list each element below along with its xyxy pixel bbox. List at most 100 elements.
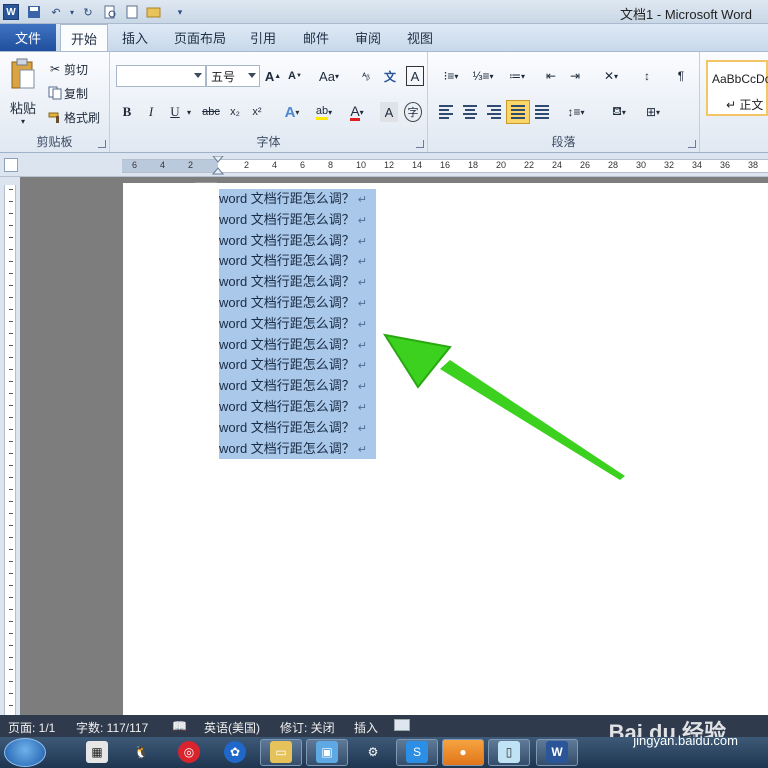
shading-icon[interactable]: ⛾ ▾ <box>604 102 634 122</box>
align-right-icon[interactable] <box>484 102 504 122</box>
indent-marker-icon[interactable] <box>212 156 224 176</box>
phonetic-guide-icon[interactable]: 文 <box>380 66 400 86</box>
undo-dropdown-icon[interactable]: ▾ <box>64 4 80 20</box>
paragraph-launcher-icon[interactable] <box>688 140 696 148</box>
tab-file[interactable]: 文件 <box>0 24 56 51</box>
numbering-icon[interactable]: ⅓≡ ▾ <box>470 66 496 86</box>
chinese-layout-icon[interactable]: ✕ ▾ <box>598 66 624 86</box>
redo-icon[interactable]: ↻ <box>80 4 96 20</box>
underline-icon[interactable]: U <box>166 102 184 122</box>
cut-button[interactable]: ✂ 剪切 <box>46 60 88 78</box>
character-border-icon[interactable]: A <box>406 66 424 86</box>
increase-indent-icon[interactable]: ⇥ <box>566 66 584 86</box>
qq-icon[interactable]: 🐧 <box>130 741 152 763</box>
superscript-icon[interactable]: x² <box>248 102 266 122</box>
vertical-ruler-strip[interactable] <box>4 185 16 715</box>
underline-dropdown-icon[interactable]: ▾ <box>184 102 194 122</box>
document-line[interactable]: word 文档行距怎么调？ ↵ <box>219 209 376 231</box>
justify-icon[interactable] <box>506 100 530 124</box>
new-icon[interactable] <box>124 4 140 20</box>
highlight-icon[interactable]: ab ▾ <box>310 102 338 122</box>
tab-review[interactable]: 审阅 <box>344 24 392 51</box>
multilevel-list-icon[interactable]: ≔ ▾ <box>504 66 530 86</box>
ruler-strip[interactable]: 6 4 2 2 4 6 8 10 12 14 16 18 20 22 24 26 28 30 32 34 36 38 <box>122 156 768 176</box>
document-line[interactable]: word 文档行距怎么调？ ↵ <box>219 334 376 356</box>
taskbar-sogou[interactable]: S <box>396 739 438 766</box>
undo-icon[interactable]: ↶ <box>48 4 64 20</box>
subscript-icon[interactable]: x₂ <box>226 102 244 122</box>
document-line[interactable]: word 文档行距怎么调？ ↵ <box>219 230 376 252</box>
clipboard-launcher-icon[interactable] <box>98 140 106 148</box>
taskbar-image-viewer[interactable]: ▣ <box>306 739 348 766</box>
bullets-icon[interactable]: ⁝≡ ▾ <box>438 66 464 86</box>
save-icon[interactable] <box>26 4 42 20</box>
proofing-icon[interactable]: 📖 <box>172 719 190 733</box>
music-player-icon[interactable]: ◎ <box>178 741 200 763</box>
grow-font-icon[interactable]: A ▲ <box>264 66 282 86</box>
app-icon[interactable]: ⚙ <box>362 741 384 763</box>
shrink-font-icon[interactable]: A ▼ <box>286 66 304 86</box>
tab-references[interactable]: 引用 <box>240 24 286 51</box>
document-line[interactable]: word 文档行距怎么调？ ↵ <box>219 292 376 314</box>
ruler-tab-selector[interactable] <box>4 158 18 172</box>
sort-icon[interactable]: ↕ <box>638 66 656 86</box>
taskbar-notepad[interactable]: ▯ <box>488 739 530 766</box>
clear-format-icon[interactable]: ᴬᵦ <box>356 66 376 86</box>
document-line[interactable]: word 文档行距怎么调？ ↵ <box>219 376 376 397</box>
font-name-combo[interactable] <box>116 65 206 87</box>
paste-dropdown-icon[interactable]: ▾ <box>21 117 25 126</box>
document-line[interactable]: word 文档行距怎么调？ ↵ <box>219 313 376 335</box>
customize-icon[interactable]: ▾ <box>172 4 188 20</box>
document-line[interactable]: word 文档行距怎么调？ ↵ <box>219 251 376 273</box>
track-changes-status[interactable]: 修订: 关闭 <box>280 719 335 736</box>
enclose-characters-icon[interactable]: 字 <box>404 102 422 122</box>
page-count[interactable]: 页面: 1/1 <box>8 719 55 736</box>
align-left-icon[interactable] <box>436 102 456 122</box>
align-center-icon[interactable] <box>460 102 480 122</box>
tab-mailings[interactable]: 邮件 <box>292 24 340 51</box>
print-preview-icon[interactable] <box>102 4 118 20</box>
start-button[interactable] <box>4 738 46 767</box>
macro-icon[interactable] <box>394 719 410 731</box>
open-icon[interactable] <box>146 4 162 20</box>
distributed-icon[interactable] <box>532 102 552 122</box>
borders-icon[interactable]: ⊞ ▾ <box>638 102 668 122</box>
bold-icon[interactable]: B <box>118 102 136 122</box>
word-logo-icon[interactable]: W <box>3 4 19 20</box>
selected-text-block[interactable]: word 文档行距怎么调？ ↵ word 文档行距怎么调？ ↵ word 文档行距怎么调… <box>219 189 376 460</box>
language-indicator[interactable]: 英语(美国) <box>204 719 260 736</box>
decrease-indent-icon[interactable]: ⇤ <box>542 66 560 86</box>
font-name-dropdown-icon[interactable] <box>194 73 202 78</box>
document-line[interactable]: word 文档行距怎么调？ ↵ <box>219 272 376 293</box>
media-icon[interactable]: ✿ <box>224 741 246 763</box>
line-spacing-icon[interactable]: ↕≡ ▾ <box>562 102 590 122</box>
format-painter-button[interactable]: 格式刷 <box>46 108 100 126</box>
character-shading-icon[interactable]: A <box>380 102 398 122</box>
tab-home[interactable]: 开始 <box>60 24 108 52</box>
paste-button[interactable]: 粘贴 ▾ <box>6 58 40 138</box>
font-size-dropdown-icon[interactable] <box>248 73 256 78</box>
tab-insert[interactable]: 插入 <box>112 24 158 51</box>
insert-mode[interactable]: 插入 <box>354 719 378 736</box>
font-size-combo[interactable]: 五号 <box>206 65 260 87</box>
document-line[interactable]: word 文档行距怎么调？ ↵ <box>219 417 376 439</box>
strikethrough-icon[interactable]: abc <box>200 102 222 122</box>
tab-view[interactable]: 视图 <box>396 24 444 51</box>
document-line[interactable]: word 文档行距怎么调？ ↵ <box>219 189 376 210</box>
taskbar-explorer[interactable]: ▭ <box>260 739 302 766</box>
copy-button[interactable]: 复制 <box>46 84 88 102</box>
font-color-icon[interactable]: A ▾ <box>344 102 370 122</box>
text-effects-icon[interactable]: A ▾ <box>280 102 304 122</box>
document-line[interactable]: word 文档行距怎么调？ ↵ <box>219 396 376 418</box>
italic-icon[interactable]: I <box>142 102 160 122</box>
document-line[interactable]: word 文档行距怎么调？ ↵ <box>219 355 376 377</box>
tab-page-layout[interactable]: 页面布局 <box>166 24 234 51</box>
taskbar-app-orange[interactable]: ● <box>442 739 484 766</box>
font-launcher-icon[interactable] <box>416 140 424 148</box>
style-normal[interactable]: AaBbCcDc ↵ 正文 <box>706 60 768 116</box>
taskbar-word[interactable]: W <box>536 739 578 766</box>
word-count[interactable]: 字数: 117/117 <box>76 719 148 736</box>
show-marks-icon[interactable]: ¶ <box>672 66 690 86</box>
document-line[interactable]: word 文档行距怎么调？ ↵ <box>219 438 376 460</box>
calculator-icon[interactable]: ▦ <box>86 741 108 763</box>
